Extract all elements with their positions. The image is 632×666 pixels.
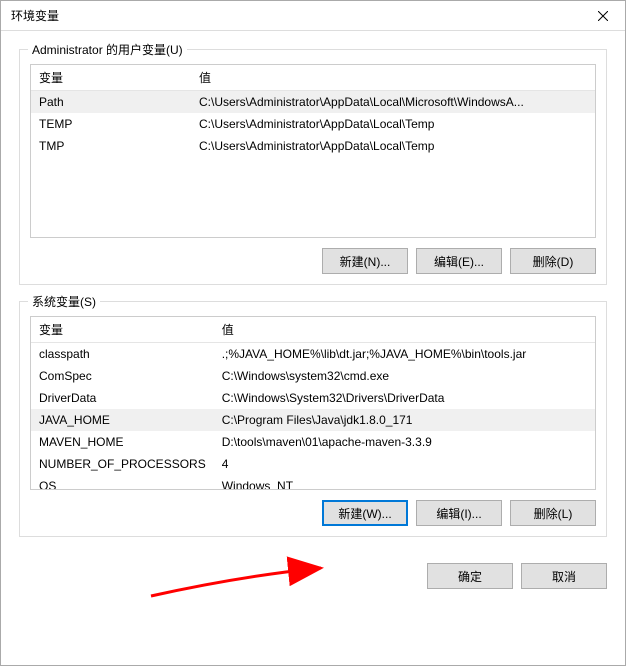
table-row[interactable]: TMPC:\Users\Administrator\AppData\Local\… — [31, 135, 595, 157]
system-vars-table[interactable]: 变量 值 classpath.;%JAVA_HOME%\lib\dt.jar;%… — [30, 316, 596, 490]
dialog-title: 环境变量 — [11, 7, 580, 24]
close-button[interactable] — [580, 1, 625, 31]
env-vars-dialog: 环境变量 Administrator 的用户变量(U) 变量 值 PathC:\… — [0, 0, 626, 666]
table-row[interactable]: OSWindows_NT — [31, 475, 595, 490]
system-new-button[interactable]: 新建(W)... — [322, 500, 408, 526]
user-delete-button[interactable]: 删除(D) — [510, 248, 596, 274]
var-value: C:\Users\Administrator\AppData\Local\Tem… — [191, 113, 595, 135]
table-row[interactable]: DriverDataC:\Windows\System32\Drivers\Dr… — [31, 387, 595, 409]
var-value: D:\tools\maven\01\apache-maven-3.3.9 — [214, 431, 595, 453]
user-vars-group: Administrator 的用户变量(U) 变量 值 PathC:\Users… — [19, 49, 607, 285]
var-value: C:\Users\Administrator\AppData\Local\Mic… — [191, 91, 595, 114]
user-vars-legend: Administrator 的用户变量(U) — [28, 41, 187, 58]
table-row[interactable]: NUMBER_OF_PROCESSORS4 — [31, 453, 595, 475]
col-header-value[interactable]: 值 — [214, 317, 595, 343]
user-vars-table[interactable]: 变量 值 PathC:\Users\Administrator\AppData\… — [30, 64, 596, 238]
user-edit-button[interactable]: 编辑(E)... — [416, 248, 502, 274]
table-row[interactable]: PathC:\Users\Administrator\AppData\Local… — [31, 91, 595, 114]
var-name: JAVA_HOME — [31, 409, 214, 431]
var-value: 4 — [214, 453, 595, 475]
var-name: TEMP — [31, 113, 191, 135]
system-vars-group: 系统变量(S) 变量 值 classpath.;%JAVA_HOME%\lib\… — [19, 301, 607, 537]
ok-button[interactable]: 确定 — [427, 563, 513, 589]
var-value: C:\Users\Administrator\AppData\Local\Tem… — [191, 135, 595, 157]
var-name: OS — [31, 475, 214, 490]
cancel-button[interactable]: 取消 — [521, 563, 607, 589]
var-name: classpath — [31, 343, 214, 366]
titlebar: 环境变量 — [1, 1, 625, 31]
var-value: .;%JAVA_HOME%\lib\dt.jar;%JAVA_HOME%\bin… — [214, 343, 595, 366]
var-name: DriverData — [31, 387, 214, 409]
var-value: C:\Windows\System32\Drivers\DriverData — [214, 387, 595, 409]
col-header-variable[interactable]: 变量 — [31, 317, 214, 343]
system-edit-button[interactable]: 编辑(I)... — [416, 500, 502, 526]
user-new-button[interactable]: 新建(N)... — [322, 248, 408, 274]
var-name: MAVEN_HOME — [31, 431, 214, 453]
table-row[interactable]: ComSpecC:\Windows\system32\cmd.exe — [31, 365, 595, 387]
var-value: Windows_NT — [214, 475, 595, 490]
var-name: TMP — [31, 135, 191, 157]
table-row[interactable]: classpath.;%JAVA_HOME%\lib\dt.jar;%JAVA_… — [31, 343, 595, 366]
system-vars-legend: 系统变量(S) — [28, 293, 100, 310]
table-row[interactable]: JAVA_HOMEC:\Program Files\Java\jdk1.8.0_… — [31, 409, 595, 431]
var-name: NUMBER_OF_PROCESSORS — [31, 453, 214, 475]
table-row[interactable]: TEMPC:\Users\Administrator\AppData\Local… — [31, 113, 595, 135]
var-name: ComSpec — [31, 365, 214, 387]
var-value: C:\Windows\system32\cmd.exe — [214, 365, 595, 387]
var-name: Path — [31, 91, 191, 114]
col-header-variable[interactable]: 变量 — [31, 65, 191, 91]
system-delete-button[interactable]: 删除(L) — [510, 500, 596, 526]
table-row[interactable]: MAVEN_HOMED:\tools\maven\01\apache-maven… — [31, 431, 595, 453]
var-value: C:\Program Files\Java\jdk1.8.0_171 — [214, 409, 595, 431]
col-header-value[interactable]: 值 — [191, 65, 595, 91]
close-icon — [598, 11, 608, 21]
